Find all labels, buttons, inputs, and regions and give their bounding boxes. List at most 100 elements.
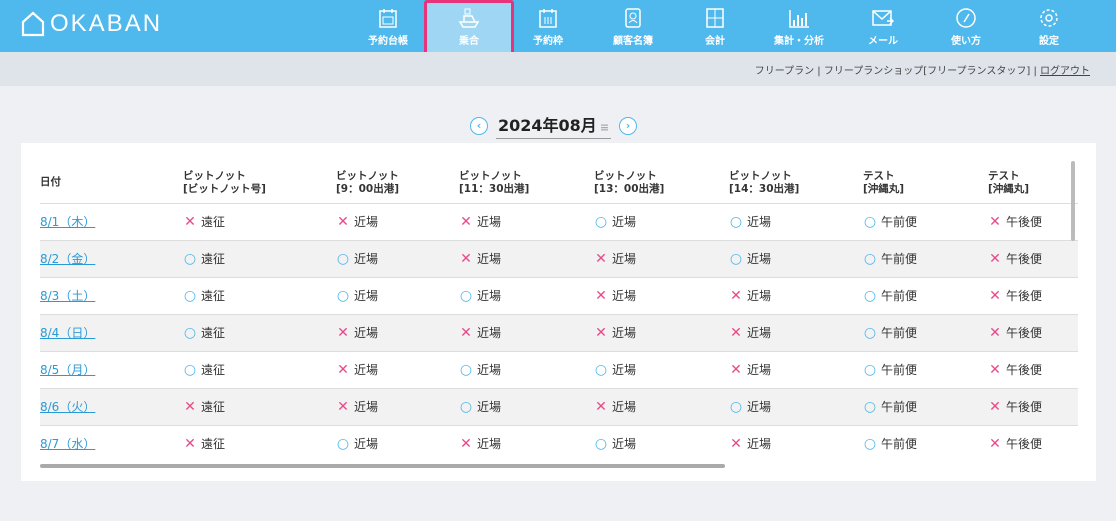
slot-cell[interactable]: ✕ 近場 bbox=[336, 313, 459, 351]
date-link[interactable]: 8/5（月） bbox=[40, 363, 95, 377]
slot-cell[interactable]: ✕ 近場 bbox=[459, 202, 594, 240]
slot-cell[interactable]: ✕ 近場 bbox=[459, 239, 594, 277]
slot-cell[interactable]: ○ 近場 bbox=[594, 424, 729, 462]
slot-cell[interactable]: ○ 近場 bbox=[459, 350, 594, 388]
slot-cell[interactable]: ○ 近場 bbox=[729, 202, 863, 240]
slot-cell[interactable]: ✕ 午後便 bbox=[988, 202, 1078, 240]
date-link[interactable]: 8/1（木） bbox=[40, 215, 95, 229]
vertical-scrollbar[interactable] bbox=[1071, 161, 1075, 241]
horizontal-scrollbar[interactable] bbox=[40, 464, 725, 468]
slot-label: 近場 bbox=[747, 363, 772, 377]
slot-cell[interactable]: ○ 午前便 bbox=[863, 313, 988, 351]
slot-cell[interactable]: ✕ 午後便 bbox=[988, 276, 1078, 314]
slot-cell[interactable]: ✕ 午後便 bbox=[988, 350, 1078, 388]
slot-cell[interactable]: ○ 近場 bbox=[594, 202, 729, 240]
date-link[interactable]: 8/3（土） bbox=[40, 289, 95, 303]
cross-icon: ✕ bbox=[337, 214, 349, 230]
slot-cell[interactable]: ○ 遠征 bbox=[183, 276, 336, 314]
slot-label: 午後便 bbox=[1006, 363, 1043, 377]
month-label: 2024年08月 bbox=[498, 116, 597, 135]
account-info: フリープラン | フリープランショップ[フリープランスタッフ] | ログアウト bbox=[754, 66, 1090, 77]
slot-cell[interactable]: ○ 午前便 bbox=[863, 239, 988, 277]
slot-cell[interactable]: ○ 近場 bbox=[336, 239, 459, 277]
slot-cell[interactable]: ○ 午前便 bbox=[863, 387, 988, 425]
circle-icon: ○ bbox=[729, 214, 743, 230]
slot-cell[interactable]: ○ 近場 bbox=[729, 387, 863, 425]
date-link[interactable]: 8/4（日） bbox=[40, 326, 95, 340]
slot-cell[interactable]: ○ 午前便 bbox=[863, 202, 988, 240]
nav-label: 予約台帳 bbox=[368, 36, 408, 47]
slot-label: 近場 bbox=[747, 326, 772, 340]
slot-cell[interactable]: ○ 近場 bbox=[729, 239, 863, 277]
slot-cell[interactable]: ✕ 近場 bbox=[594, 313, 729, 351]
slot-cell[interactable]: ○ 午前便 bbox=[863, 350, 988, 388]
date-link[interactable]: 8/7（水） bbox=[40, 437, 95, 451]
cross-icon: ✕ bbox=[989, 399, 1001, 415]
slot-cell[interactable]: ✕ 遠征 bbox=[183, 202, 336, 240]
slot-label: 午前便 bbox=[881, 326, 918, 340]
header-line2: [9：00出港] bbox=[336, 182, 400, 195]
slot-cell[interactable]: ○ 遠征 bbox=[183, 313, 336, 351]
slot-cell[interactable]: ✕ 近場 bbox=[594, 387, 729, 425]
slot-cell[interactable]: ✕ 近場 bbox=[729, 424, 863, 462]
nav-item-1[interactable]: 乗合 bbox=[424, 0, 514, 56]
slot-cell[interactable]: ✕ 午後便 bbox=[988, 424, 1078, 462]
nav-item-7[interactable]: 使い方 bbox=[926, 0, 1006, 52]
slot-cell[interactable]: ✕ 午後便 bbox=[988, 239, 1078, 277]
nav-item-4[interactable]: 会計 bbox=[675, 0, 755, 52]
column-header: 日付 bbox=[40, 163, 183, 203]
slot-cell[interactable]: ○ 近場 bbox=[594, 350, 729, 388]
date-link[interactable]: 8/2（金） bbox=[40, 252, 95, 266]
slot-cell[interactable]: ✕ 近場 bbox=[336, 350, 459, 388]
cross-icon: ✕ bbox=[337, 325, 349, 341]
slot-cell[interactable]: ✕ 近場 bbox=[594, 276, 729, 314]
cross-icon: ✕ bbox=[460, 436, 472, 453]
cross-icon: ✕ bbox=[460, 214, 472, 230]
slot-label: 遠征 bbox=[201, 326, 226, 340]
nav-label: 集計・分析 bbox=[774, 36, 824, 47]
slot-cell[interactable]: ✕ 近場 bbox=[336, 202, 459, 240]
cross-icon: ✕ bbox=[730, 288, 742, 304]
slot-cell[interactable]: ✕ 近場 bbox=[729, 313, 863, 351]
slot-cell[interactable]: ✕ 近場 bbox=[459, 424, 594, 462]
nav-item-8[interactable]: 設定 bbox=[1009, 0, 1089, 52]
nav-item-5[interactable]: 集計・分析 bbox=[759, 0, 839, 52]
nav-item-3[interactable]: 顧客名簿 bbox=[593, 0, 673, 52]
slot-label: 午後便 bbox=[1006, 326, 1043, 340]
nav-label: 予約枠 bbox=[533, 36, 563, 47]
nav-item-2[interactable]: 予約枠 bbox=[508, 0, 588, 52]
next-month-button[interactable]: › bbox=[619, 116, 638, 135]
circle-icon: ○ bbox=[863, 399, 877, 415]
cross-icon: ✕ bbox=[337, 399, 349, 415]
slot-cell[interactable]: ✕ 午後便 bbox=[988, 313, 1078, 351]
date-link[interactable]: 8/6（火） bbox=[40, 400, 95, 414]
slot-cell[interactable]: ✕ 遠征 bbox=[183, 424, 336, 462]
slot-cell[interactable]: ✕ 近場 bbox=[729, 350, 863, 388]
slot-cell[interactable]: ○ 午前便 bbox=[863, 424, 988, 462]
circle-icon: ○ bbox=[863, 325, 877, 341]
slot-cell[interactable]: ✕ 近場 bbox=[459, 313, 594, 351]
column-header: テスト [沖縄丸] bbox=[988, 163, 1078, 203]
slot-cell[interactable]: ○ 遠征 bbox=[183, 239, 336, 277]
slot-cell[interactable]: ○ 近場 bbox=[336, 276, 459, 314]
logo[interactable]: OKABAN bbox=[20, 10, 162, 38]
slot-label: 遠征 bbox=[201, 437, 226, 452]
nav-item-0[interactable]: 予約台帳 bbox=[348, 0, 428, 52]
logout-link[interactable]: ログアウト bbox=[1040, 66, 1090, 77]
date-cell: 8/2（金） bbox=[40, 239, 183, 277]
house-icon bbox=[21, 11, 45, 37]
slot-cell[interactable]: ○ 近場 bbox=[459, 276, 594, 314]
slot-cell[interactable]: ✕ 近場 bbox=[729, 276, 863, 314]
month-dropdown[interactable]: 2024年08月 ≡ bbox=[496, 112, 612, 139]
slot-cell[interactable]: ○ 遠征 bbox=[183, 350, 336, 388]
slot-cell[interactable]: ✕ 近場 bbox=[336, 387, 459, 425]
slot-cell[interactable]: ○ 近場 bbox=[459, 387, 594, 425]
slot-cell[interactable]: ✕ 午後便 bbox=[988, 387, 1078, 425]
slot-label: 午後便 bbox=[1006, 215, 1043, 229]
slot-cell[interactable]: ✕ 近場 bbox=[594, 239, 729, 277]
slot-cell[interactable]: ○ 近場 bbox=[336, 424, 459, 462]
slot-cell[interactable]: ○ 午前便 bbox=[863, 276, 988, 314]
prev-month-button[interactable]: ‹ bbox=[470, 116, 488, 135]
slot-cell[interactable]: ✕ 遠征 bbox=[183, 387, 336, 425]
nav-item-6[interactable]: メール bbox=[843, 0, 923, 52]
